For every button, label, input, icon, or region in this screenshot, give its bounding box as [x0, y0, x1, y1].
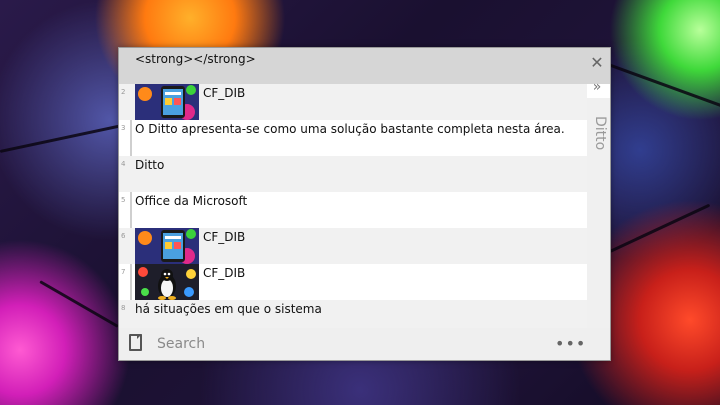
list-item[interactable]: 5 Office da Microsoft — [119, 192, 587, 228]
note-icon[interactable] — [129, 334, 142, 351]
item-label: CF_DIB — [203, 230, 246, 244]
search-bar: ••• — [119, 328, 610, 360]
item-number: 4 — [121, 160, 126, 168]
clip-list: 2 CF_DIB 3 O Ditto apresenta-se como uma… — [119, 84, 587, 336]
item-label: há situações em que o sistema — [135, 302, 322, 316]
window-title: <strong></strong> — [135, 52, 256, 66]
list-item[interactable]: 7 CF_DIB — [119, 264, 587, 300]
item-label: Office da Microsoft — [135, 194, 248, 208]
screenshot-thumbnail — [135, 84, 199, 120]
item-number: 8 — [121, 304, 126, 312]
list-item[interactable]: 4 Ditto — [119, 156, 587, 192]
item-number: 5 — [121, 196, 126, 204]
list-item[interactable]: 6 CF_DIB — [119, 228, 587, 264]
list-item[interactable]: 3 O Ditto apresenta-se como uma solução … — [119, 120, 587, 156]
item-number: 6 — [121, 232, 126, 240]
wallpaper-wire — [39, 280, 119, 328]
linux-penguin-thumbnail — [135, 264, 199, 300]
side-label: Ditto — [592, 116, 608, 151]
item-label: O Ditto apresenta-se como uma solução ba… — [135, 122, 565, 136]
wallpaper-wire — [609, 203, 711, 253]
item-label: CF_DIB — [203, 86, 246, 100]
ditto-window: <strong></strong> ✕ » Ditto 2 CF_DIB 3 O… — [118, 47, 611, 361]
wallpaper-wire — [599, 60, 720, 108]
item-number: 7 — [121, 268, 126, 276]
screenshot-thumbnail — [135, 228, 199, 264]
more-options-icon[interactable]: ••• — [555, 334, 585, 353]
item-label: Ditto — [135, 158, 165, 172]
wallpaper-wire — [0, 120, 138, 153]
title-bar: <strong></strong> — [119, 48, 610, 84]
list-item[interactable]: 2 CF_DIB — [119, 84, 587, 120]
double-chevron-right-icon[interactable]: » — [589, 79, 605, 95]
search-input[interactable] — [157, 333, 537, 355]
item-number: 2 — [121, 88, 126, 96]
item-label: CF_DIB — [203, 266, 246, 280]
close-icon[interactable]: ✕ — [589, 55, 605, 71]
item-number: 3 — [121, 124, 126, 132]
